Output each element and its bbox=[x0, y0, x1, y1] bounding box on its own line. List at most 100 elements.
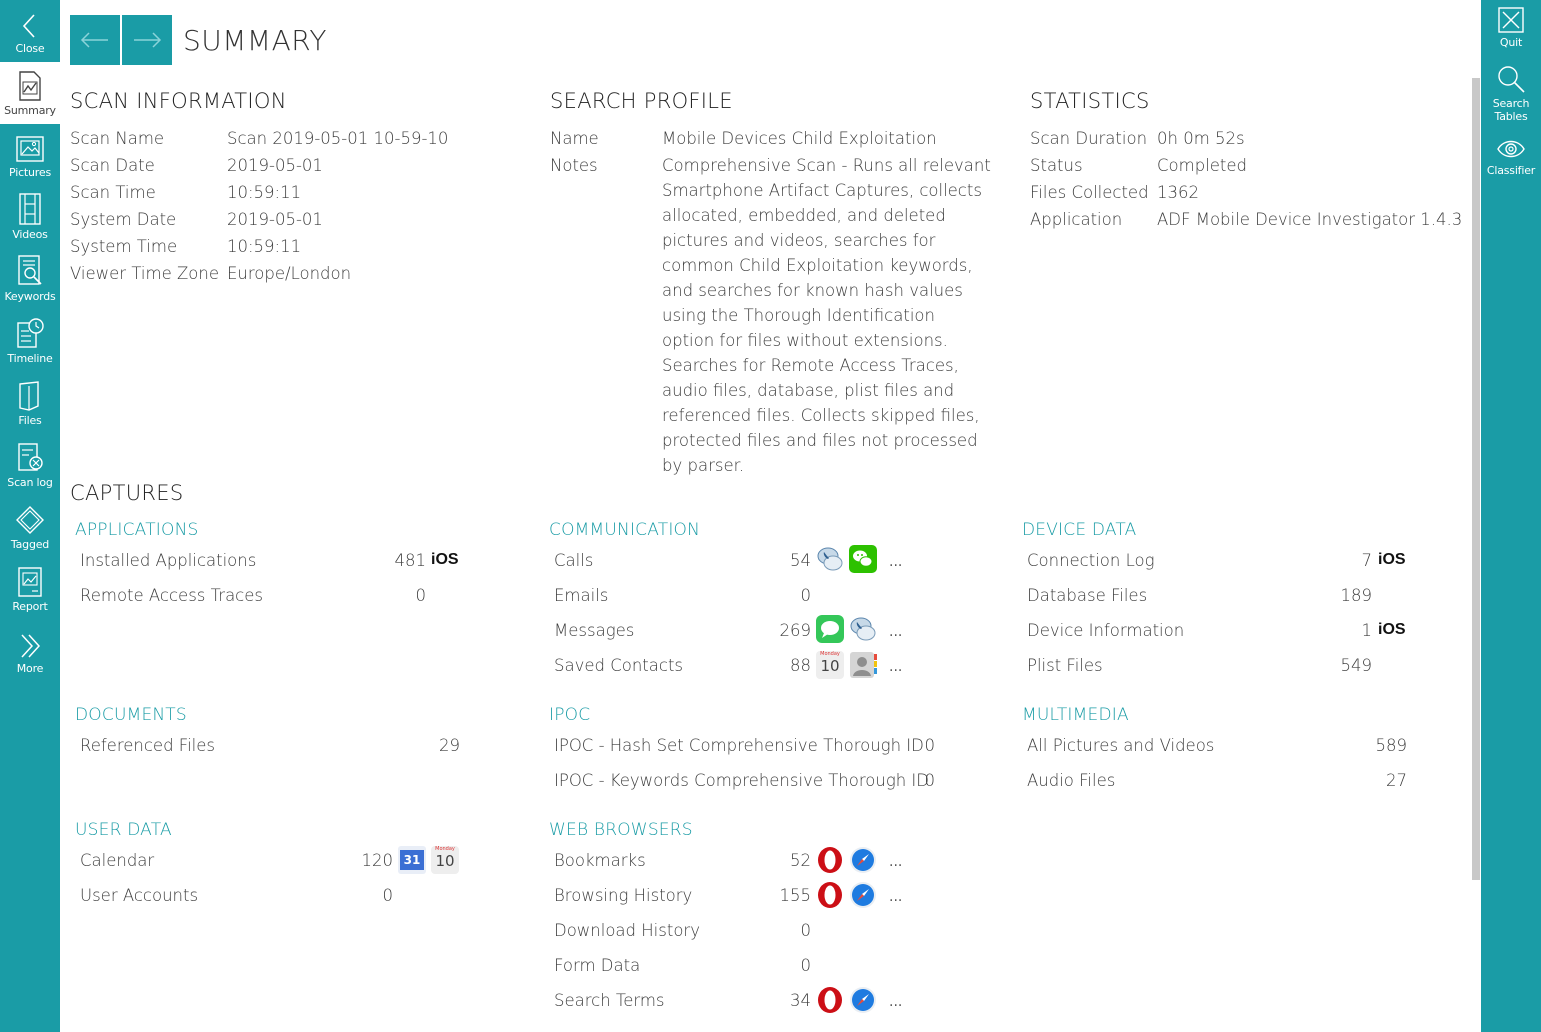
vertical-scrollbar[interactable] bbox=[1472, 78, 1480, 880]
capture-row-label: Database Files bbox=[1027, 586, 1148, 605]
capture-row-count: 34 bbox=[790, 991, 811, 1010]
close-icon bbox=[1498, 7, 1524, 33]
nav-label: Timeline bbox=[7, 352, 53, 365]
wechat-app-icon bbox=[849, 545, 877, 573]
search-tables-button[interactable]: Search Tables bbox=[1481, 62, 1541, 130]
capture-row-count: 54 bbox=[790, 551, 811, 570]
documents-category-title: DOCUMENTS bbox=[75, 705, 187, 725]
nav-label: Videos bbox=[12, 228, 48, 241]
capture-row-count: 120 bbox=[361, 851, 394, 870]
film-icon bbox=[19, 193, 41, 225]
capture-row-count: 189 bbox=[1340, 586, 1373, 605]
keywords-nav-button[interactable]: Keywords bbox=[0, 248, 60, 310]
nav-label: Search Tables bbox=[1492, 97, 1530, 123]
nav-label: Tagged bbox=[10, 538, 50, 551]
capture-row-label: Remote Access Traces bbox=[80, 586, 264, 605]
safari-browser-icon bbox=[850, 882, 876, 908]
profile-notes-label: Notes bbox=[550, 156, 598, 175]
capture-row-label: Installed Applications bbox=[80, 551, 257, 570]
ios-badge: iOS bbox=[1378, 621, 1406, 638]
scan-duration-label: Scan Duration bbox=[1030, 129, 1148, 148]
safari-browser-icon bbox=[850, 847, 876, 873]
capture-row-label: Audio Files bbox=[1027, 771, 1116, 790]
videos-nav-button[interactable]: Videos bbox=[0, 186, 60, 248]
capture-row-label: Messages bbox=[554, 621, 635, 640]
capture-row-count: 269 bbox=[779, 621, 812, 640]
capture-row-count: 589 bbox=[1375, 736, 1408, 755]
opera-browser-icon bbox=[818, 882, 842, 908]
ios-badge: iOS bbox=[431, 551, 459, 568]
multimedia-category-title: MULTIMEDIA bbox=[1022, 705, 1129, 725]
pictures-nav-button[interactable]: Pictures bbox=[0, 124, 60, 186]
more-apps-indicator[interactable]: ... bbox=[889, 854, 902, 870]
report-nav-button[interactable]: Report bbox=[0, 558, 60, 620]
eye-icon bbox=[1497, 140, 1525, 158]
capture-row-label: Search Terms bbox=[554, 991, 665, 1010]
nav-label: Report bbox=[12, 600, 48, 613]
scan-time-label: Scan Time bbox=[70, 183, 156, 202]
scan-duration-value: 0h 0m 52s bbox=[1157, 129, 1245, 148]
contacts-app-icon bbox=[850, 652, 877, 678]
system-date-label: System Date bbox=[70, 210, 177, 229]
more-apps-indicator[interactable]: ... bbox=[889, 624, 902, 640]
capture-row-count: 29 bbox=[439, 736, 460, 755]
nav-label: Scan log bbox=[7, 476, 53, 489]
gcal-day-label: 31 bbox=[400, 850, 424, 870]
capture-row-count: 88 bbox=[790, 656, 811, 675]
quit-button[interactable]: Quit bbox=[1481, 0, 1541, 56]
capture-row-label: Browsing History bbox=[554, 886, 693, 905]
capture-row-label: Calls bbox=[554, 551, 594, 570]
tag-icon bbox=[16, 506, 44, 534]
capture-row-label: Form Data bbox=[554, 956, 641, 975]
status-value: Completed bbox=[1157, 156, 1247, 175]
ipoc-category-title: IPOC bbox=[549, 705, 591, 725]
capture-row-label: IPOC - Hash Set Comprehensive Thorough I… bbox=[554, 736, 924, 755]
calendar-day-label: 10 bbox=[435, 852, 455, 870]
nav-label: Classifier bbox=[1486, 164, 1536, 177]
more-apps-indicator[interactable]: ... bbox=[889, 659, 902, 675]
capture-row-count: 0 bbox=[382, 886, 394, 905]
capture-row-count: 155 bbox=[779, 886, 812, 905]
more-apps-indicator[interactable]: ... bbox=[889, 994, 902, 1010]
application-label: Application bbox=[1030, 210, 1123, 229]
scan-name-label: Scan Name bbox=[70, 129, 165, 148]
keyword-search-icon bbox=[18, 255, 42, 285]
scan-time-value: 10:59:11 bbox=[227, 183, 302, 202]
statistics-title: STATISTICS bbox=[1030, 89, 1150, 113]
application-value: ADF Mobile Device Investigator 1.4.3 bbox=[1157, 210, 1463, 229]
calendar-day-label: 10 bbox=[820, 657, 840, 675]
capture-row-label: All Pictures and Videos bbox=[1027, 736, 1215, 755]
page-title: SUMMARY bbox=[183, 24, 328, 57]
close-nav-button[interactable]: Close bbox=[0, 0, 60, 62]
profile-name-value: Mobile Devices Child Exploitation bbox=[662, 129, 937, 148]
timeline-nav-button[interactable]: Timeline bbox=[0, 310, 60, 372]
more-apps-indicator[interactable]: ... bbox=[889, 889, 902, 905]
report-icon bbox=[18, 567, 42, 597]
device-data-category-title: DEVICE DATA bbox=[1022, 520, 1137, 540]
more-nav-button[interactable]: More bbox=[0, 620, 60, 682]
more-apps-indicator[interactable]: ... bbox=[889, 554, 902, 570]
classifier-button[interactable]: Classifier bbox=[1481, 130, 1541, 184]
capture-row-label: Bookmarks bbox=[554, 851, 646, 870]
viewer-time-zone-label: Viewer Time Zone bbox=[70, 264, 219, 283]
summary-nav-button[interactable]: Summary bbox=[0, 62, 60, 124]
nav-label: Files bbox=[18, 414, 42, 427]
capture-row-count: 52 bbox=[790, 851, 811, 870]
picture-icon bbox=[16, 136, 44, 162]
tagged-nav-button[interactable]: Tagged bbox=[0, 496, 60, 558]
viewer-time-zone-value: Europe/London bbox=[227, 264, 352, 283]
arrow-left-icon bbox=[80, 32, 108, 48]
nav-label: Quit bbox=[1499, 36, 1523, 49]
scan-information-title: SCAN INFORMATION bbox=[70, 89, 287, 113]
files-nav-button[interactable]: Files bbox=[0, 372, 60, 434]
communication-category-title: COMMUNICATION bbox=[549, 520, 701, 540]
forward-button[interactable] bbox=[122, 15, 172, 65]
nav-label: More bbox=[16, 662, 44, 675]
profile-notes-value: Comprehensive Scan - Runs all relevant S… bbox=[662, 156, 991, 475]
scan-log-nav-button[interactable]: Scan log bbox=[0, 434, 60, 496]
calendar-app-icon: Monday 10 bbox=[431, 846, 459, 874]
messages-app-icon bbox=[816, 615, 844, 643]
search-icon bbox=[1498, 66, 1525, 93]
capture-row-label: User Accounts bbox=[80, 886, 199, 905]
back-button[interactable] bbox=[70, 15, 120, 65]
